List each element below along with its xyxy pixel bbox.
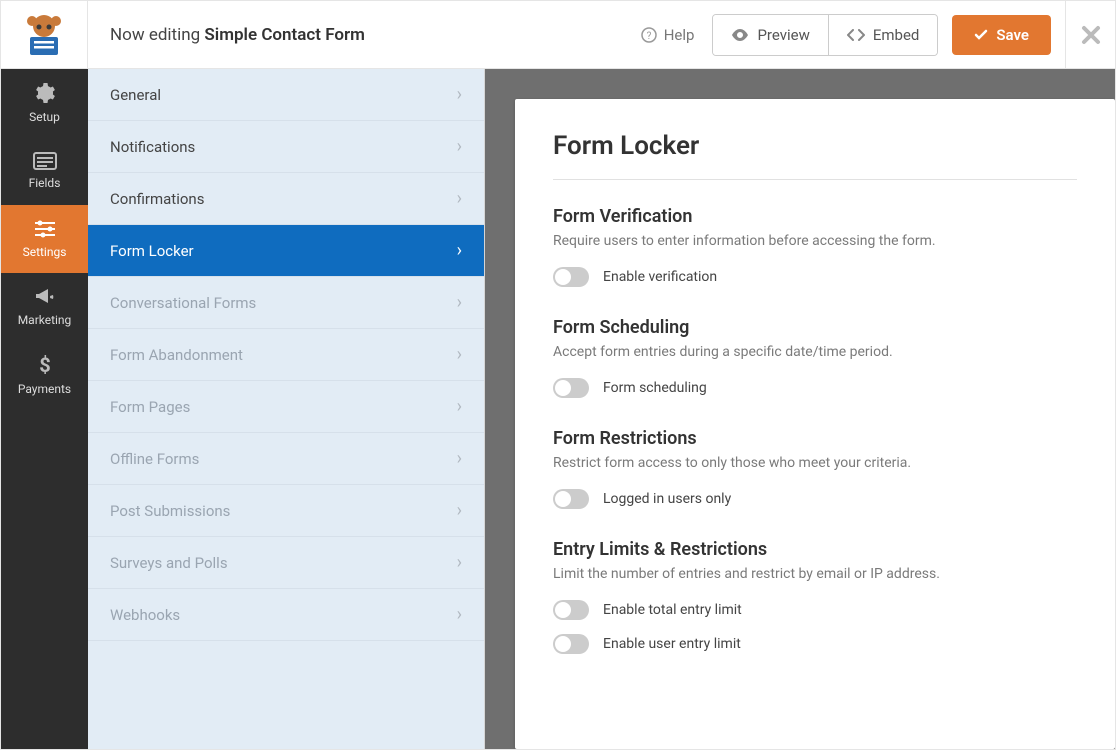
toggle-label: Enable verification [603,269,717,285]
preview-button[interactable]: Preview [713,15,827,55]
rail-label: Fields [29,176,61,190]
eye-icon [731,29,749,41]
rail-item-settings[interactable]: Settings [1,205,88,273]
section-desc-restrictions: Restrict form access to only those who m… [553,455,1077,471]
topbar: Now editing Simple Contact Form ? Help P… [1,1,1115,69]
toggle-row-enable-verification: Enable verification [553,267,1077,287]
rail-label: Setup [29,110,60,124]
section-desc-entry-limits: Limit the number of entries and restrict… [553,566,1077,582]
sliders-icon [33,219,57,239]
panel-item-general[interactable]: General› [88,69,484,121]
chevron-right-icon: › [457,500,462,521]
toggle-label: Enable total entry limit [603,602,742,618]
panel-item-surveys-polls[interactable]: Surveys and Polls› [88,537,484,589]
preview-embed-group: Preview Embed [712,14,938,56]
rail-item-marketing[interactable]: Marketing [1,273,88,341]
toggle-label: Logged in users only [603,491,731,507]
toggle-row-total-entry-limit: Enable total entry limit [553,600,1077,620]
rail-label: Marketing [18,313,72,327]
help-link[interactable]: ? Help [641,26,695,44]
save-button[interactable]: Save [952,15,1051,55]
toggle-row-logged-in-users: Logged in users only [553,489,1077,509]
section-title-restrictions: Form Restrictions [553,428,1077,449]
rail-label: Settings [23,245,67,259]
gear-icon [34,82,56,104]
code-icon [847,29,865,41]
close-icon [1081,25,1101,45]
toggle-label: Enable user entry limit [603,636,741,652]
panel-item-notifications[interactable]: Notifications› [88,121,484,173]
panel-item-confirmations[interactable]: Confirmations› [88,173,484,225]
panel-item-post-submissions[interactable]: Post Submissions› [88,485,484,537]
page-title: Form Locker [553,131,1077,161]
toggle-row-form-scheduling: Form scheduling [553,378,1077,398]
section-title-entry-limits: Entry Limits & Restrictions [553,539,1077,560]
form-icon [33,152,57,170]
chevron-right-icon: › [457,240,462,261]
section-title-scheduling: Form Scheduling [553,317,1077,338]
toggle-row-user-entry-limit: Enable user entry limit [553,634,1077,654]
toggle-label: Form scheduling [603,380,707,396]
editing-label: Now editing Simple Contact Form [110,25,365,45]
settings-card: Form Locker Form Verification Require us… [515,99,1115,749]
dollar-icon: $ [38,354,52,376]
logo[interactable] [1,1,88,69]
chevron-right-icon: › [457,292,462,313]
divider [553,179,1077,180]
toggle-enable-verification[interactable] [553,267,589,287]
panel-item-conversational-forms[interactable]: Conversational Forms› [88,277,484,329]
section-title-verification: Form Verification [553,206,1077,227]
chevron-right-icon: › [457,344,462,365]
rail-item-fields[interactable]: Fields [1,137,88,205]
form-title: Simple Contact Form [204,25,364,45]
svg-text:$: $ [39,354,50,376]
section-desc-scheduling: Accept form entries during a specific da… [553,344,1077,360]
help-icon: ? [641,27,657,43]
chevron-right-icon: › [457,604,462,625]
toggle-logged-in-users[interactable] [553,489,589,509]
panel-item-form-pages[interactable]: Form Pages› [88,381,484,433]
sidebar-rail: Setup Fields Settings Marketing $ Paymen… [1,69,88,749]
chevron-right-icon: › [457,136,462,157]
panel-item-webhooks[interactable]: Webhooks› [88,589,484,641]
toggle-total-entry-limit[interactable] [553,600,589,620]
rail-item-payments[interactable]: $ Payments [1,341,88,409]
rail-item-setup[interactable]: Setup [1,69,88,137]
svg-text:?: ? [646,31,651,42]
rail-label: Payments [18,382,71,396]
panel-item-form-locker[interactable]: Form Locker› [88,225,484,277]
chevron-right-icon: › [457,84,462,105]
close-button[interactable] [1065,1,1115,69]
wpforms-logo-icon [20,13,68,57]
panel-item-form-abandonment[interactable]: Form Abandonment› [88,329,484,381]
toggle-form-scheduling[interactable] [553,378,589,398]
chevron-right-icon: › [457,396,462,417]
section-desc-verification: Require users to enter information befor… [553,233,1077,249]
settings-panel: General› Notifications› Confirmations› F… [88,69,485,749]
bullhorn-icon [34,287,56,307]
chevron-right-icon: › [457,552,462,573]
canvas: Form Locker Form Verification Require us… [485,69,1115,749]
embed-button[interactable]: Embed [828,15,938,55]
panel-item-offline-forms[interactable]: Offline Forms› [88,433,484,485]
chevron-right-icon: › [457,188,462,209]
chevron-right-icon: › [457,448,462,469]
toggle-user-entry-limit[interactable] [553,634,589,654]
check-icon [974,28,988,42]
